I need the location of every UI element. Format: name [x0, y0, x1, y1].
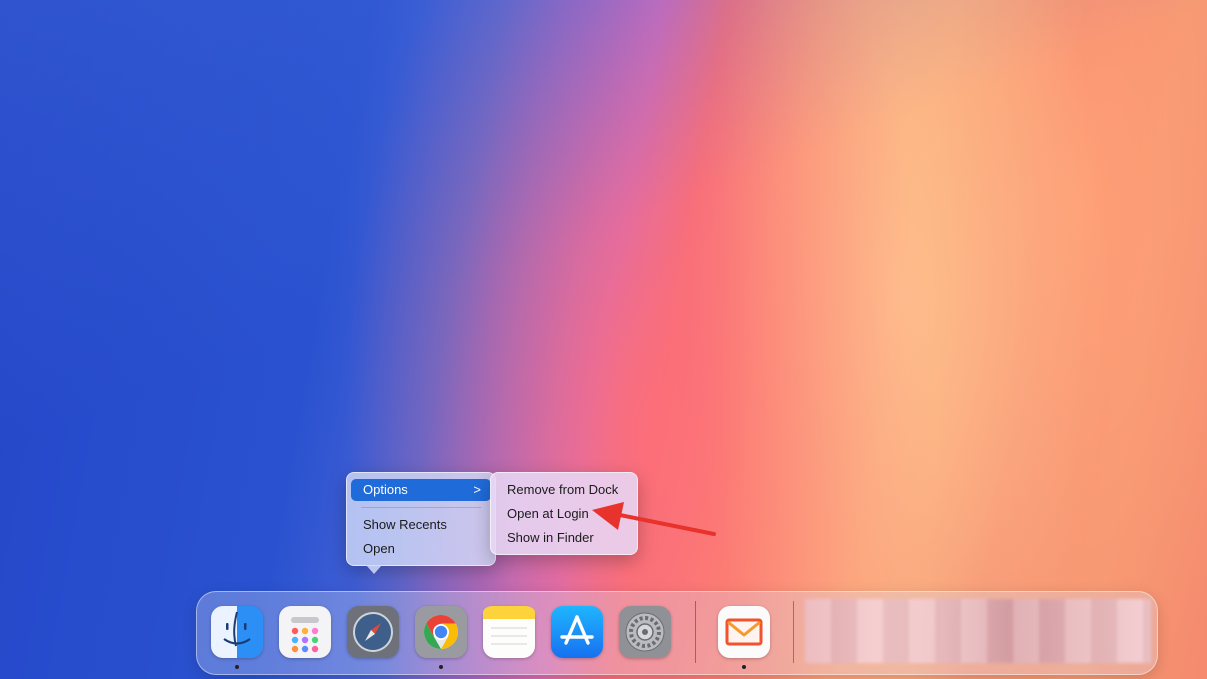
annotation-arrow [592, 502, 716, 536]
menu-item-label: Remove from Dock [507, 482, 619, 497]
dock-separator [695, 601, 696, 663]
notes-icon[interactable] [483, 606, 535, 658]
running-indicator [742, 665, 746, 669]
chevron-right-icon: > [473, 482, 481, 497]
menu-item-options[interactable]: Options > [351, 479, 491, 501]
dock-separator [793, 601, 794, 663]
menu-item-remove-from-dock[interactable]: Remove from Dock [495, 479, 633, 501]
app-store-icon[interactable] [551, 606, 603, 658]
menu-item-label: Open [363, 541, 395, 556]
menu-pointer [366, 565, 382, 574]
blurred-dock-items [805, 599, 1151, 663]
menu-item-label: Options [363, 482, 408, 497]
safari-icon[interactable] [347, 606, 399, 658]
dock-context-menu: Options > Show Recents Open [346, 472, 496, 574]
running-indicator [439, 665, 443, 669]
mail-icon[interactable] [718, 606, 770, 658]
menu-separator [361, 507, 481, 508]
menu-item-show-recents[interactable]: Show Recents [351, 514, 491, 536]
menu-item-label: Show Recents [363, 517, 447, 532]
finder-icon[interactable] [211, 606, 263, 658]
launchpad-icon[interactable] [279, 606, 331, 658]
running-indicator [235, 665, 239, 669]
system-settings-icon[interactable] [619, 606, 671, 658]
menu-item-label: Show in Finder [507, 530, 594, 545]
chrome-icon[interactable] [415, 606, 467, 658]
desktop-wallpaper [0, 0, 1207, 679]
menu-item-label: Open at Login [507, 506, 589, 521]
menu-item-open[interactable]: Open [351, 538, 491, 560]
